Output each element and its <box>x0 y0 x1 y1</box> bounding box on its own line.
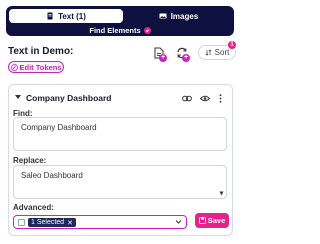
replace-textarea[interactable]: Saleo Dashboard <box>13 165 227 199</box>
sort-icon <box>205 49 212 56</box>
check-circle-icon <box>143 26 151 34</box>
chevron-down-icon[interactable] <box>15 95 21 99</box>
replace-label: Replace: <box>13 156 47 165</box>
selected-chip: 1 Selected ✕ <box>28 218 76 227</box>
find-elements-label[interactable]: Find Elements <box>6 25 234 35</box>
link-icon[interactable] <box>181 93 192 103</box>
section-heading: Text in Demo: <box>8 46 74 57</box>
sort-count-badge: 1 <box>228 41 236 49</box>
pencil-icon <box>10 63 18 71</box>
advanced-label: Advanced: <box>13 203 54 212</box>
tab-text[interactable]: Text (1) <box>9 9 123 23</box>
card-title: Company Dashboard <box>26 93 112 103</box>
tab-images-label: Images <box>170 11 199 21</box>
save-button[interactable]: Save <box>195 213 229 228</box>
add-sync-button[interactable]: + <box>174 45 190 62</box>
plus-icon: + <box>182 54 190 62</box>
chevron-down-icon[interactable] <box>175 219 182 225</box>
advanced-select[interactable]: 1 Selected ✕ <box>13 215 187 229</box>
eye-icon[interactable] <box>199 93 210 103</box>
remove-chip-icon[interactable]: ✕ <box>67 219 73 227</box>
edit-tokens-button[interactable]: Edit Tokens <box>8 61 64 73</box>
table-icon <box>18 219 25 226</box>
document-icon <box>47 12 53 20</box>
card-header[interactable]: Company Dashboard <box>9 85 232 107</box>
more-options-icon[interactable] <box>215 93 226 103</box>
tab-images[interactable]: Images <box>126 9 231 23</box>
save-icon <box>198 217 206 224</box>
plus-icon: + <box>159 54 167 62</box>
find-textarea[interactable]: Company Dashboard <box>13 117 227 151</box>
images-icon <box>159 13 167 19</box>
add-file-button[interactable]: + <box>151 45 167 62</box>
resize-handle-icon[interactable] <box>219 191 224 196</box>
tabs-bar: Text (1) Images Find Elements <box>6 6 234 36</box>
replacement-card: Company Dashboard Find: Company Dashboar… <box>8 84 233 236</box>
find-value: Company Dashboard <box>21 123 97 132</box>
tab-text-label: Text (1) <box>58 11 86 21</box>
replace-value: Saleo Dashboard <box>21 171 83 180</box>
